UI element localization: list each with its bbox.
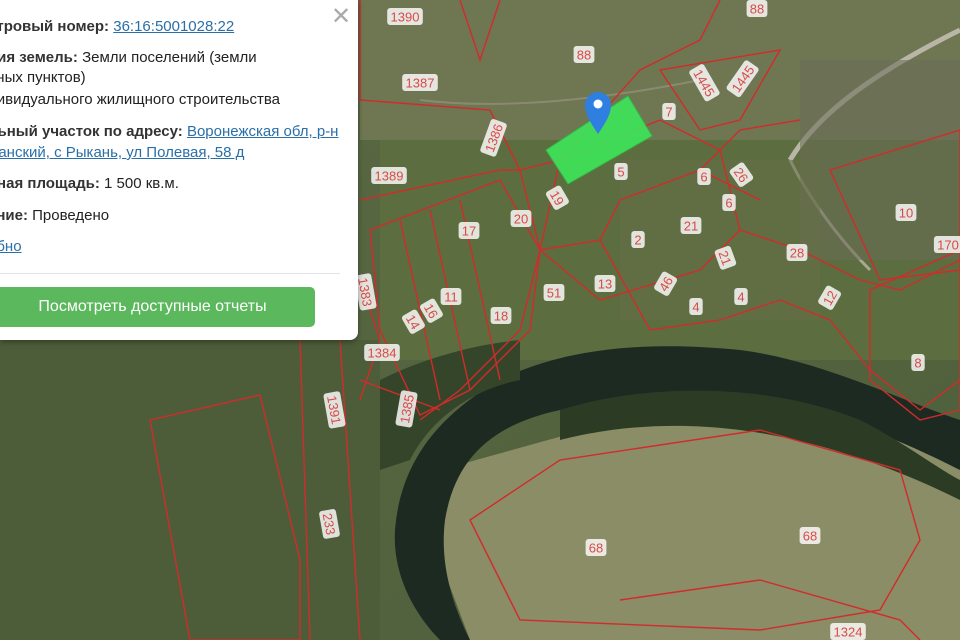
svg-text:1387: 1387 [406,76,435,91]
address-link-line1[interactable]: Воронежская обл, р-н [187,123,339,140]
category-line2: нных пунктов) [0,69,86,86]
svg-text:4: 4 [692,300,699,315]
plot-number-label: 21 [680,217,702,234]
svg-text:17: 17 [462,224,476,239]
svg-text:1390: 1390 [391,10,420,25]
cadastral-number-link[interactable]: 36:16:5001028:22 [113,18,234,35]
plot-number-label: 20 [510,210,532,227]
category-row: рия земель: Земли поселений (земли [0,48,257,68]
plot-number-label: 4 [689,298,703,315]
plot-number-label: 1389 [371,167,407,184]
svg-text:18: 18 [494,309,508,324]
svg-text:10: 10 [899,206,913,221]
svg-text:1384: 1384 [368,346,397,361]
plot-number-label: 1387 [402,74,438,91]
area-row: нная площадь: 1 500 кв.м. [0,174,179,194]
plot-number-label: 7 [662,103,676,120]
plot-number-label: 28 [786,244,808,261]
svg-text:68: 68 [589,541,603,556]
plot-number-label: 6 [697,168,711,185]
close-icon[interactable]: ✕ [330,5,352,29]
survey-label: ание: [0,207,28,224]
plot-number-label: 13 [594,275,616,292]
plot-number-label: 1390 [387,8,423,25]
plot-info-panel: ✕ стровый номер: 36:16:5001028:22 рия зе… [0,0,358,340]
plot-number-label: 6 [722,194,736,211]
plot-number-label: 1324 [830,623,866,640]
svg-text:68: 68 [803,529,817,544]
address-link-line2[interactable]: манский, с Рыкань, ул Полевая, 58 д [0,144,244,161]
svg-text:13: 13 [598,277,612,292]
plot-number-label: 68 [799,527,821,544]
plot-number-label: 170 [933,236,960,253]
svg-text:20: 20 [514,212,528,227]
svg-text:11: 11 [444,290,458,305]
plot-number-label: 5 [614,163,628,180]
survey-row: ание: Проведено [0,206,109,226]
svg-text:51: 51 [547,286,561,301]
address-label: льный участок по адресу: [0,123,183,140]
svg-text:7: 7 [665,105,672,120]
cadastral-label: стровый номер: [0,18,110,35]
svg-text:21: 21 [684,219,698,234]
svg-text:8: 8 [914,356,921,371]
svg-text:1324: 1324 [834,625,863,640]
category-line1: Земли поселений (земли [82,49,257,66]
plot-number-label: 18 [490,307,512,324]
plot-number-label: 11 [440,288,462,305]
svg-text:28: 28 [790,246,804,261]
panel-divider [0,273,340,274]
plot-number-label: 2 [631,231,645,248]
houses-east [800,60,960,260]
plot-number-label: 68 [585,539,607,556]
address-line2-row: манский, с Рыкань, ул Полевая, 58 д [0,143,244,163]
plot-number-label: 8 [911,354,925,371]
svg-text:88: 88 [577,48,591,63]
details-link[interactable]: обно [0,238,22,255]
survey-value: Проведено [32,207,110,224]
plot-number-label: 1384 [364,344,400,361]
plot-number-label: 17 [458,222,480,239]
svg-text:1389: 1389 [375,169,404,184]
plot-number-label: 51 [543,284,565,301]
svg-text:88: 88 [750,2,764,17]
svg-text:6: 6 [725,196,732,211]
area-value: 1 500 кв.м. [104,175,179,192]
area-label: нная площадь: [0,175,100,192]
svg-text:4: 4 [737,290,744,305]
svg-text:170: 170 [937,238,959,253]
plot-number-label: 88 [573,46,595,63]
category-line3: дивидуального жилищного строительства [0,91,280,108]
svg-text:6: 6 [700,170,707,185]
cadastral-row: стровый номер: 36:16:5001028:22 [0,17,234,37]
houses-center [620,160,820,320]
details-row: обно [0,237,22,257]
svg-text:2: 2 [634,233,641,248]
address-row: льный участок по адресу: Воронежская обл… [0,122,338,142]
category-label: рия земель: [0,49,78,66]
plot-number-label: 4 [734,288,748,305]
svg-text:5: 5 [617,165,624,180]
plot-number-label: 10 [895,204,917,221]
view-reports-button[interactable]: Посмотреть доступные отчеты [0,287,315,327]
plot-number-label: 88 [746,0,768,17]
field-west [0,340,380,640]
